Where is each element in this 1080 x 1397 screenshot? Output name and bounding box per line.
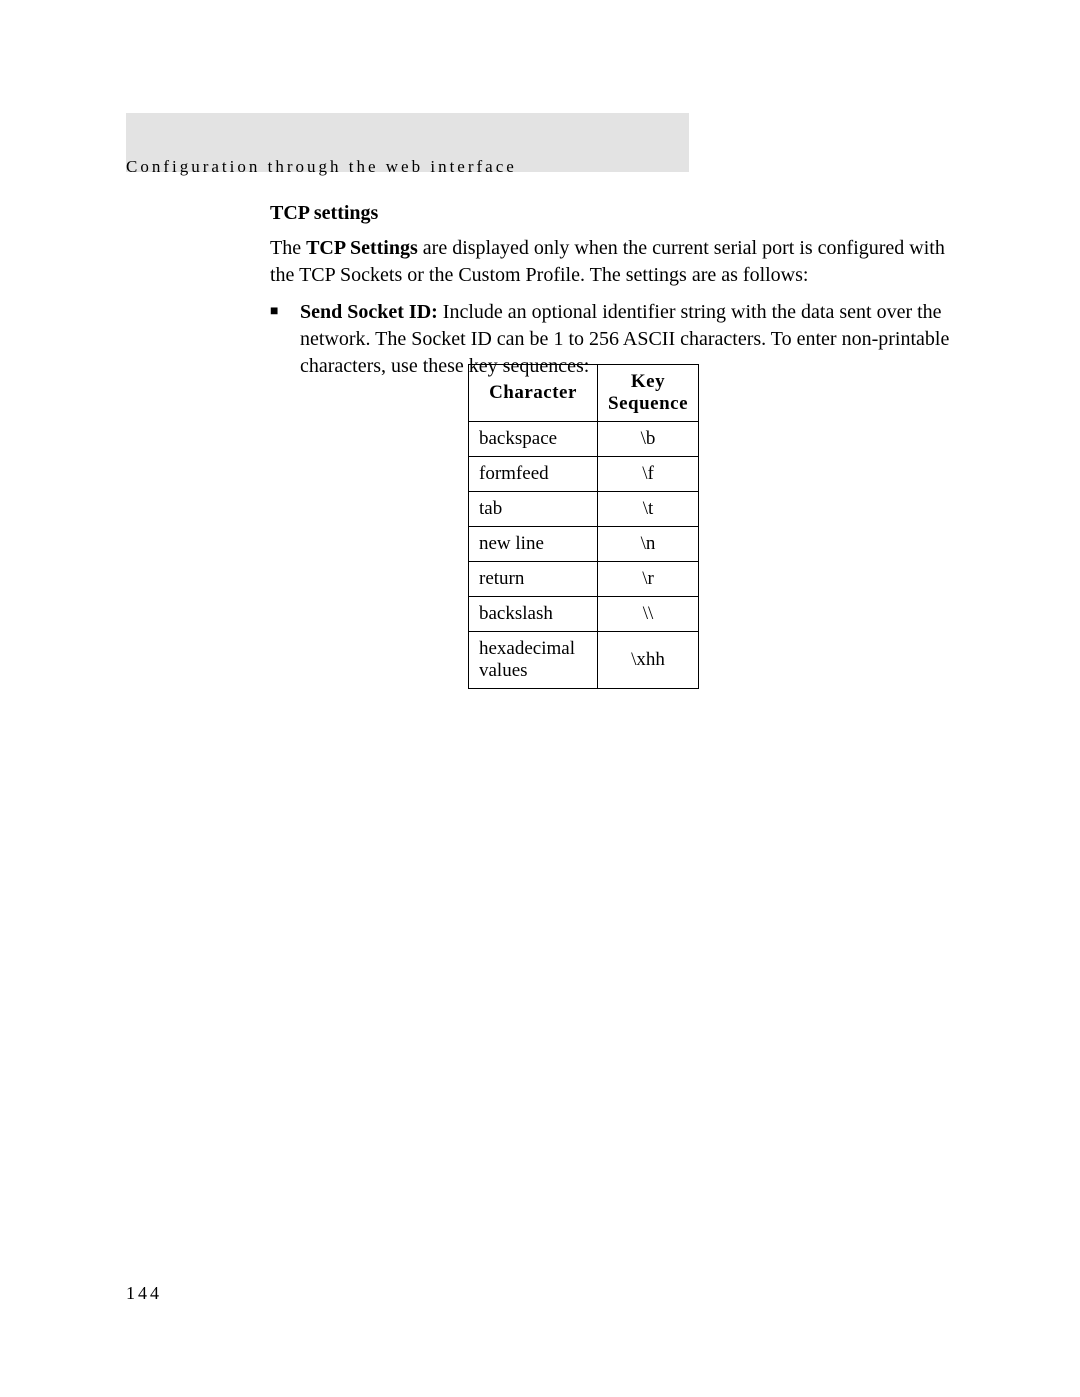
intro-bold: TCP Settings	[306, 237, 418, 259]
table-row: backslash \\	[469, 596, 699, 631]
table-body: backspace \b formfeed \f tab \t new line…	[469, 421, 699, 688]
intro-paragraph: The TCP Settings are displayed only when…	[270, 235, 950, 289]
cell-sequence: \t	[598, 491, 699, 526]
bullet-glyph: ■	[270, 299, 300, 320]
key-sequence-table: Character Key Sequence backspace \b form…	[468, 364, 699, 689]
cell-character: backspace	[469, 421, 598, 456]
page: Configuration through the web interface …	[0, 0, 1080, 1397]
running-header: Configuration through the web interface	[126, 157, 517, 177]
cell-character: return	[469, 561, 598, 596]
cell-character: hexadecimal values	[469, 631, 598, 688]
cell-character: tab	[469, 491, 598, 526]
table-header-row: Character Key Sequence	[469, 365, 699, 422]
table-row: return \r	[469, 561, 699, 596]
cell-sequence: \b	[598, 421, 699, 456]
table-header-character: Character	[469, 365, 598, 422]
cell-sequence: \n	[598, 526, 699, 561]
table-row: new line \n	[469, 526, 699, 561]
cell-character: new line	[469, 526, 598, 561]
table-row: formfeed \f	[469, 456, 699, 491]
table-header-key-sequence: Key Sequence	[598, 365, 699, 422]
key-sequence-table-wrap: Character Key Sequence backspace \b form…	[468, 364, 699, 689]
table-row: backspace \b	[469, 421, 699, 456]
bullet-label: Send Socket ID:	[300, 301, 438, 323]
content-block: TCP settings The TCP Settings are displa…	[270, 202, 950, 380]
intro-pre: The	[270, 237, 306, 259]
cell-character: backslash	[469, 596, 598, 631]
page-number: 144	[126, 1283, 162, 1304]
cell-sequence: \xhh	[598, 631, 699, 688]
table-header-sequence: Sequence	[608, 393, 688, 414]
table-header-key: Key	[631, 371, 665, 392]
cell-character: formfeed	[469, 456, 598, 491]
table-row: tab \t	[469, 491, 699, 526]
section-title: TCP settings	[270, 202, 950, 225]
table-row: hexadecimal values \xhh	[469, 631, 699, 688]
cell-sequence: \\	[598, 596, 699, 631]
cell-sequence: \f	[598, 456, 699, 491]
cell-sequence: \r	[598, 561, 699, 596]
